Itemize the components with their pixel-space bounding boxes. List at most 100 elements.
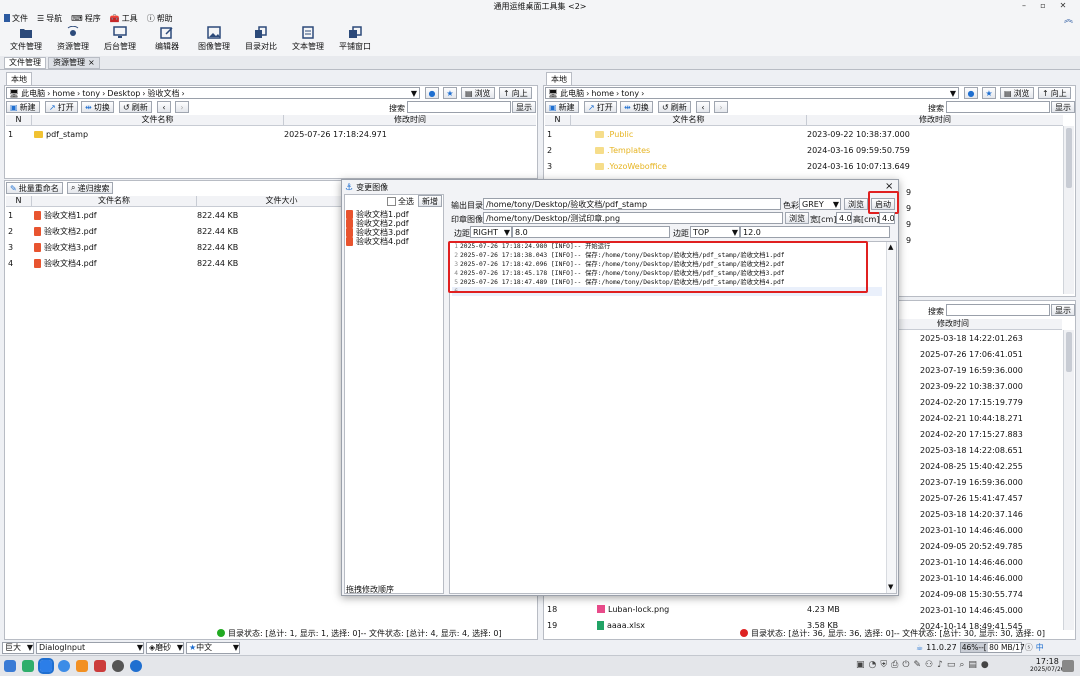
new-button[interactable]: ▣ 新建 xyxy=(6,101,40,113)
shield-icon[interactable]: ⛨ xyxy=(880,660,887,670)
font-select[interactable]: DialogInput ▼ xyxy=(36,641,144,654)
left-subtab[interactable]: 本地 xyxy=(6,72,32,85)
active-app-icon[interactable] xyxy=(38,658,54,674)
menu-nav[interactable]: ☰ 导航 xyxy=(37,13,62,24)
download-button[interactable]: ● xyxy=(964,87,978,99)
taskbar-clock[interactable]: 17:18 2025/07/26 xyxy=(1030,658,1065,674)
battery-icon[interactable]: ▭ xyxy=(947,660,956,670)
right-subtab[interactable]: 本地 xyxy=(546,72,572,85)
toolbar-text-manager[interactable]: 文本管理 xyxy=(285,26,331,52)
maximize-icon[interactable]: ▫ xyxy=(1036,1,1050,10)
download-button[interactable]: ● xyxy=(425,87,439,99)
table-row[interactable]: 3 .YozoWeboffice 2024-03-16 10:07:13.649 xyxy=(545,158,1063,174)
scroll-thumb[interactable] xyxy=(1066,332,1072,372)
tab-file-manager[interactable]: 文件管理 xyxy=(4,56,46,69)
network-icon[interactable]: ⚇ xyxy=(925,660,933,670)
right-top-scrollbar[interactable] xyxy=(1063,126,1074,294)
favorite-button[interactable]: ★ xyxy=(443,87,457,99)
up-button[interactable]: ↑ 向上 xyxy=(1038,87,1071,99)
log-scrollbar[interactable]: ▼ ▲ xyxy=(886,242,896,593)
printer-icon[interactable]: ⎙ xyxy=(891,660,898,670)
clock-tray-icon[interactable]: ◔ xyxy=(869,660,877,670)
show-button[interactable]: 显示 xyxy=(1051,304,1075,316)
toolbar-backend-manager[interactable]: 后台管理 xyxy=(97,26,143,52)
path-dropdown-icon[interactable]: ▼ xyxy=(409,89,419,98)
chevron-up-icon[interactable]: ▲ xyxy=(888,243,893,251)
menu-help[interactable]: ⓘ 帮助 xyxy=(147,13,173,24)
list-item[interactable]: 验收文档4.pdf xyxy=(346,236,409,246)
list-item[interactable]: 验收文档2.pdf xyxy=(346,218,409,228)
search-icon[interactable]: ⌕ xyxy=(959,660,964,670)
output-dir-input[interactable]: /home/tony/Desktop/验收文档/pdf_stamp xyxy=(483,198,781,210)
theme-select[interactable]: ◈ 磨砂 ▼ xyxy=(146,641,184,654)
margin2-input[interactable]: 12.0 xyxy=(740,226,890,238)
forward-button[interactable]: › xyxy=(175,101,189,113)
tab-resource-manager[interactable]: 资源管理 × xyxy=(48,56,100,69)
list-item[interactable]: 验收文档1.pdf xyxy=(346,209,409,219)
office-app-icon[interactable] xyxy=(94,660,106,672)
margin1-direction-select[interactable]: RIGHT ▼ xyxy=(470,226,512,238)
stamp-image-input[interactable]: /home/tony/Desktop/测试印章.png xyxy=(483,212,783,224)
open-button[interactable]: ↗ 打开 xyxy=(584,101,617,113)
select-all-checkbox[interactable]: 全选 xyxy=(387,196,414,207)
color-select[interactable]: GREY ▼ xyxy=(799,198,841,210)
tab-close-icon[interactable]: × xyxy=(88,58,95,67)
notes-icon[interactable]: ▤ xyxy=(968,660,977,670)
switch-button[interactable]: ⇹ 切换 xyxy=(620,101,653,113)
right-breadcrumb[interactable]: 🖥 此电脑 › home › tony › ▼ xyxy=(545,87,959,99)
chevron-down-icon[interactable]: ▼ xyxy=(888,583,893,591)
browse-button[interactable]: ▤ 浏览 xyxy=(461,87,495,99)
search-input[interactable] xyxy=(946,304,1050,316)
show-desktop-button[interactable] xyxy=(1062,660,1074,672)
toolbar-resource-manager[interactable]: 资源管理 xyxy=(50,26,96,52)
close-icon[interactable]: ✕ xyxy=(1056,1,1070,10)
menu-program[interactable]: ⌨ 程序 xyxy=(71,13,101,24)
size-select[interactable]: 巨大 ▼ xyxy=(2,641,34,654)
table-row[interactable]: 1 pdf_stamp 2025-07-26 17:18:24.971 xyxy=(6,126,536,142)
browser-icon[interactable] xyxy=(58,660,70,672)
sound-icon[interactable]: ♪ xyxy=(937,660,943,670)
start-menu-icon[interactable] xyxy=(4,660,16,672)
scroll-thumb[interactable] xyxy=(1066,128,1072,188)
table-row[interactable]: 2 .Templates 2024-03-16 09:59:50.759 xyxy=(545,142,1063,158)
menu-tools[interactable]: 🧰 工具 xyxy=(110,13,138,24)
up-button[interactable]: ↑ 向上 xyxy=(499,87,532,99)
forward-button[interactable]: › xyxy=(714,101,728,113)
left-breadcrumb[interactable]: 🖥 此电脑 › home › tony › Desktop › 验收文档 › ▼ xyxy=(6,87,420,99)
toolbar-file-manager[interactable]: 文件管理 xyxy=(3,26,49,52)
open-button[interactable]: ↗ 打开 xyxy=(45,101,78,113)
power-icon[interactable]: ⏻ xyxy=(902,660,909,670)
table-row[interactable]: 18 Luban-lock.png 4.23 MB xyxy=(545,601,915,617)
table-row[interactable]: 1 .Public 2023-09-22 10:38:37.000 xyxy=(545,126,1063,142)
show-button[interactable]: 显示 xyxy=(1051,101,1075,113)
switch-button[interactable]: ⇹ 切换 xyxy=(81,101,114,113)
output-browse-button[interactable]: 浏览 xyxy=(844,198,868,210)
pen-icon[interactable]: ✎ xyxy=(913,660,921,670)
toolbar-tile-windows[interactable]: 平铺窗口 xyxy=(332,26,378,52)
files-app-icon[interactable] xyxy=(22,660,34,672)
margin1-input[interactable]: 8.0 xyxy=(512,226,670,238)
browse-button[interactable]: ▤ 浏览 xyxy=(1000,87,1034,99)
back-button[interactable]: ‹ xyxy=(696,101,710,113)
right-lower-scrollbar[interactable] xyxy=(1063,330,1074,630)
back-button[interactable]: ‹ xyxy=(157,101,171,113)
refresh-button[interactable]: ↺ 刷新 xyxy=(658,101,691,113)
folder-app-icon[interactable] xyxy=(76,660,88,672)
toolbar-dir-compare[interactable]: 目录对比 xyxy=(238,26,284,52)
list-item[interactable]: 验收文档3.pdf xyxy=(346,227,409,237)
batch-rename-button[interactable]: ✎ 批量重命名 xyxy=(6,182,63,194)
menu-file[interactable]: 文件 xyxy=(4,13,28,24)
new-button[interactable]: ▣ 新建 xyxy=(545,101,579,113)
language-select[interactable]: ★ 中文 ▼ xyxy=(186,641,240,654)
width-input[interactable]: 4.0 xyxy=(836,212,852,224)
show-button[interactable]: 显示 xyxy=(512,101,536,113)
tool-app-icon[interactable] xyxy=(130,660,142,672)
add-button[interactable]: 新增 xyxy=(418,195,442,207)
toolbar-image-manager[interactable]: 图像管理 xyxy=(191,26,237,52)
toolbar-editor[interactable]: 编辑器 xyxy=(144,26,190,52)
night-icon[interactable]: ● xyxy=(981,660,989,670)
memory-bar[interactable]: 46%--[ 80 MB/17 xyxy=(959,642,1025,653)
recursive-search-button[interactable]: ⌕ 递归搜索 xyxy=(67,182,114,194)
height-input[interactable]: 4.0 xyxy=(879,212,895,224)
search-input[interactable] xyxy=(407,101,511,113)
